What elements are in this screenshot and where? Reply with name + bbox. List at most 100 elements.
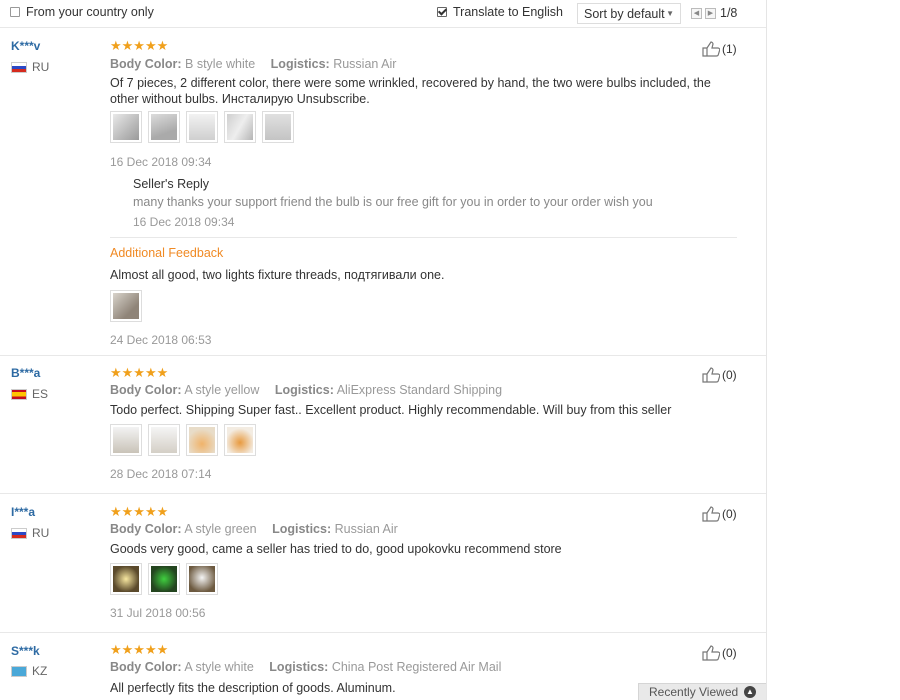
review-text: Of 7 pieces, 2 different color, there we… <box>110 76 711 106</box>
body-color-value: A style green <box>184 522 257 536</box>
logistics-label: Logistics: <box>270 57 330 71</box>
helpful-button[interactable]: (1) <box>702 41 737 57</box>
sellers-reply-date: 16 Dec 2018 09:34 <box>133 215 235 229</box>
helpful-count: (0) <box>722 507 737 521</box>
translate-checkbox[interactable] <box>437 7 447 17</box>
recently-viewed-label: Recently Viewed <box>649 685 739 699</box>
body-color-label: Body Color: <box>110 383 182 397</box>
flag-icon <box>11 665 27 677</box>
review-attributes: Body Color: A style green Logistics: Rus… <box>110 522 398 536</box>
chevron-up-icon: ▲ <box>744 686 756 698</box>
review-divider <box>0 632 766 633</box>
logistics-value: China Post Registered Air Mail <box>331 660 502 674</box>
divider <box>110 237 737 238</box>
sellers-reply-title: Seller's Reply <box>133 177 210 191</box>
sellers-reply-text: many thanks your support friend the bulb… <box>133 195 653 209</box>
review-photo[interactable] <box>110 563 142 595</box>
review-photo[interactable] <box>186 424 218 456</box>
review-attributes: Body Color: A style white Logistics: Chi… <box>110 660 501 674</box>
review-attributes: Body Color: B style white Logistics: Rus… <box>110 57 396 71</box>
body-color-label: Body Color: <box>110 660 182 674</box>
star-rating: ★★★★★ <box>110 642 169 657</box>
thumbs-up-icon <box>702 41 720 57</box>
logistics-value: Russian Air <box>334 522 398 536</box>
pager-prev-button[interactable]: ◀ <box>691 8 702 19</box>
body-color-label: Body Color: <box>110 57 182 71</box>
translate-toggle[interactable]: Translate to English <box>437 5 563 19</box>
helpful-count: (0) <box>722 646 737 660</box>
helpful-button[interactable]: (0) <box>702 367 737 383</box>
logistics-label: Logistics: <box>274 383 334 397</box>
reviewer-name[interactable]: K***v <box>11 39 40 53</box>
review-photo[interactable] <box>186 111 218 143</box>
body-color-label: Body Color: <box>110 522 182 536</box>
helpful-button[interactable]: (0) <box>702 506 737 522</box>
additional-photos <box>110 290 142 322</box>
review-text: Todo perfect. Shipping Super fast.. Exce… <box>110 403 672 417</box>
logistics-value: AliExpress Standard Shipping <box>336 383 503 397</box>
pager-indicator: 1/8 <box>720 6 738 20</box>
reviewer-name[interactable]: I***a <box>11 505 35 519</box>
country-code: RU <box>32 526 50 540</box>
reviewer-name[interactable]: S***k <box>11 644 40 658</box>
country-code: ES <box>32 387 49 401</box>
review-date: 28 Dec 2018 07:14 <box>110 467 212 481</box>
review-divider <box>0 493 766 494</box>
from-country-label: From your country only <box>26 5 154 19</box>
review-attributes: Body Color: A style yellow Logistics: Al… <box>110 383 502 397</box>
logistics-value: Russian Air <box>333 57 397 71</box>
body-color-value: A style yellow <box>184 383 260 397</box>
review-photo[interactable] <box>110 290 142 322</box>
thumbs-up-icon <box>702 367 720 383</box>
sort-label: Sort by default <box>584 6 665 21</box>
review-photo[interactable] <box>148 424 180 456</box>
review-text: All perfectly fits the description of go… <box>110 681 396 695</box>
star-rating: ★★★★★ <box>110 504 169 519</box>
reviewer-country: RU <box>11 526 49 540</box>
review-photos <box>110 111 294 143</box>
country-code: KZ <box>32 664 48 678</box>
thumbs-up-icon <box>702 645 720 661</box>
flag-icon <box>11 61 27 73</box>
review-date: 31 Jul 2018 00:56 <box>110 606 206 620</box>
feedback-toolbar: From your country only Translate to Engl… <box>0 0 766 28</box>
review-photo[interactable] <box>224 424 256 456</box>
review-photo[interactable] <box>110 111 142 143</box>
review-photo[interactable] <box>262 111 294 143</box>
chevron-down-icon: ▼ <box>666 9 674 18</box>
review-photo[interactable] <box>148 111 180 143</box>
reviewer-country: RU <box>11 60 49 74</box>
sort-dropdown[interactable]: Sort by default ▼ <box>577 3 681 24</box>
body-color-value: B style white <box>185 57 256 71</box>
reviewer-country: KZ <box>11 664 47 678</box>
helpful-count: (0) <box>722 368 737 382</box>
pager-next-button[interactable]: ▶ <box>705 8 716 19</box>
flag-icon <box>11 527 27 539</box>
logistics-label: Logistics: <box>272 522 332 536</box>
additional-feedback-title: Additional Feedback <box>110 246 224 260</box>
feedback-panel: From your country only Translate to Engl… <box>0 0 767 700</box>
recently-viewed-tab[interactable]: Recently Viewed ▲ <box>638 683 766 700</box>
review-photo[interactable] <box>224 111 256 143</box>
star-rating: ★★★★★ <box>110 38 169 53</box>
logistics-label: Logistics: <box>269 660 329 674</box>
star-rating: ★★★★★ <box>110 365 169 380</box>
review-photos <box>110 563 218 595</box>
additional-feedback-text: Almost all good, two lights fixture thre… <box>110 268 445 282</box>
review-photo[interactable] <box>186 563 218 595</box>
body-color-value: A style white <box>184 660 254 674</box>
from-country-filter[interactable]: From your country only <box>10 5 154 19</box>
from-country-checkbox[interactable] <box>10 7 20 17</box>
additional-feedback-date: 24 Dec 2018 06:53 <box>110 333 212 347</box>
translate-label: Translate to English <box>453 5 564 19</box>
thumbs-up-icon <box>702 506 720 522</box>
reviewer-country: ES <box>11 387 48 401</box>
review-photo[interactable] <box>148 563 180 595</box>
review-date: 16 Dec 2018 09:34 <box>110 155 212 169</box>
review-divider <box>0 355 766 356</box>
reviewer-name[interactable]: B***a <box>11 366 40 380</box>
review-photo[interactable] <box>110 424 142 456</box>
review-photos <box>110 424 256 456</box>
country-code: RU <box>32 60 50 74</box>
helpful-button[interactable]: (0) <box>702 645 737 661</box>
